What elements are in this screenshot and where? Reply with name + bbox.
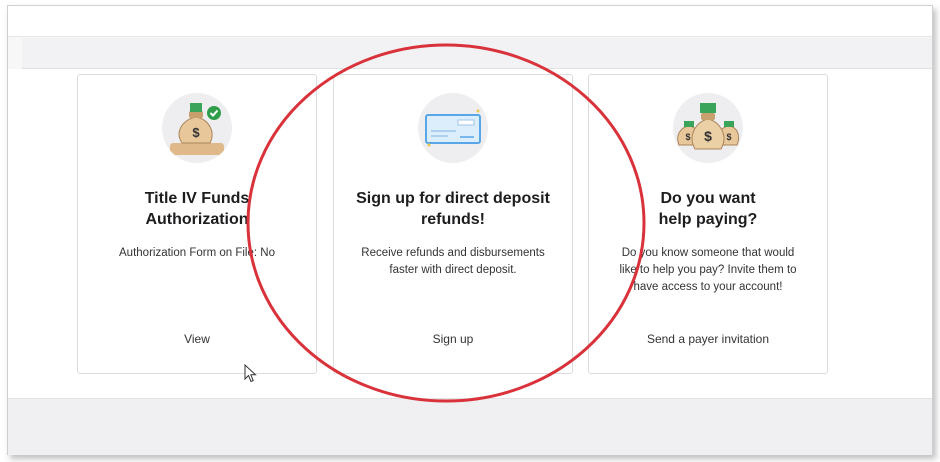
svg-text:$: $ — [685, 132, 690, 142]
card-title: Sign up for direct deposit refunds! — [356, 190, 550, 228]
check-document-icon — [418, 93, 488, 163]
card-description: Authorization Form on File: No — [119, 247, 275, 259]
header-bar — [8, 6, 932, 37]
footer-strip — [8, 398, 932, 455]
card-help-paying: $ $ $ Do you want help paying? Do you kn… — [588, 74, 828, 374]
svg-text:$: $ — [726, 132, 731, 142]
money-bag-check-icon: $ — [162, 93, 232, 163]
card-direct-deposit: Sign up for direct deposit refunds! Rece… — [333, 74, 573, 374]
card-title: Do you want help paying? — [658, 190, 758, 228]
svg-text:$: $ — [704, 128, 712, 144]
money-bags-icon: $ $ $ — [673, 93, 743, 163]
svg-text:$: $ — [192, 125, 200, 140]
card-title: Title IV Funds Authorization — [144, 190, 250, 228]
card-description: Receive refunds and disbursements faster… — [361, 247, 545, 276]
mouse-cursor-icon — [244, 364, 257, 383]
sign-up-link[interactable]: Sign up — [334, 332, 572, 346]
card-title-iv-authorization: $ Title IV Funds Authorization Authoriza… — [77, 74, 317, 374]
send-payer-invitation-link[interactable]: Send a payer invitation — [589, 332, 827, 346]
toolbar-strip — [22, 38, 932, 69]
card-description: Do you know someone that would like to h… — [619, 247, 797, 293]
view-link[interactable]: View — [78, 332, 316, 346]
